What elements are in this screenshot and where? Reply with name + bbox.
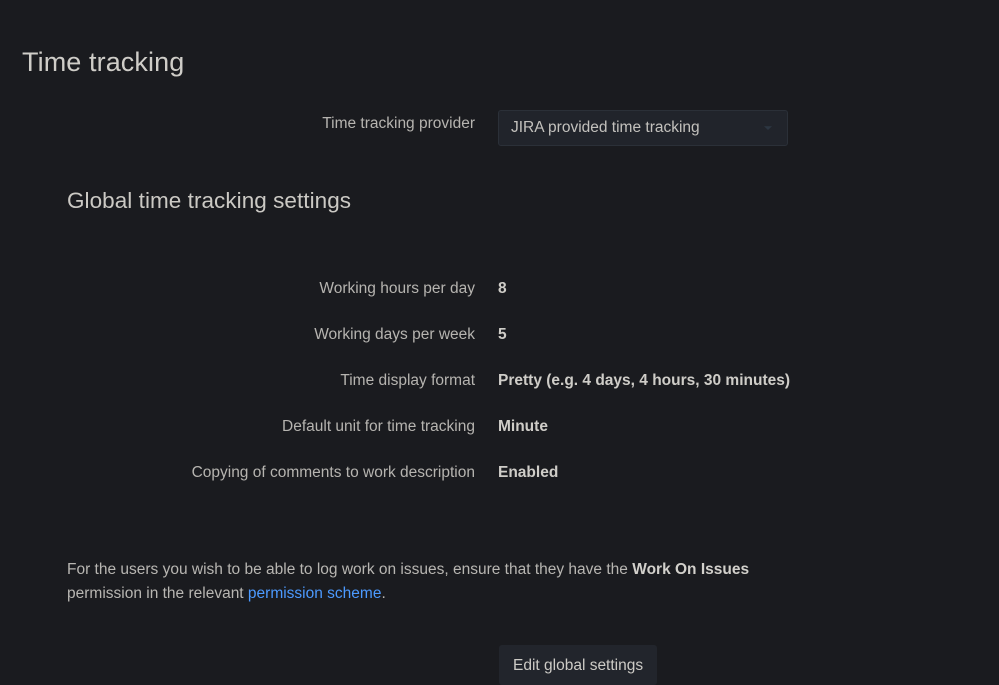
setting-row-working-hours-per-day: Working hours per day 8 bbox=[0, 278, 999, 324]
time-tracking-provider-label: Time tracking provider bbox=[322, 115, 475, 132]
setting-value: 5 bbox=[498, 326, 507, 343]
edit-global-settings-button[interactable]: Edit global settings bbox=[499, 645, 658, 685]
time-tracking-provider-select[interactable]: JIRA provided time tracking bbox=[498, 110, 788, 146]
setting-label: Copying of comments to work description bbox=[191, 464, 475, 481]
time-tracking-page: Time tracking Time tracking provider JIR… bbox=[0, 0, 999, 685]
page-title: Time tracking bbox=[22, 47, 185, 77]
setting-value: 8 bbox=[498, 280, 507, 297]
setting-value: Enabled bbox=[498, 464, 559, 481]
setting-row-default-unit-for-time-tracking: Default unit for time tracking Minute bbox=[0, 416, 999, 462]
chevron-down-icon bbox=[761, 121, 775, 135]
time-tracking-provider-row: Time tracking provider JIRA provided tim… bbox=[0, 110, 999, 148]
permission-scheme-link[interactable]: permission scheme bbox=[248, 585, 382, 602]
setting-value: Pretty (e.g. 4 days, 4 hours, 30 minutes… bbox=[498, 372, 791, 389]
setting-row-copying-of-comments: Copying of comments to work description … bbox=[0, 462, 999, 508]
setting-row-time-display-format: Time display format Pretty (e.g. 4 days,… bbox=[0, 370, 999, 416]
setting-label: Default unit for time tracking bbox=[282, 418, 475, 435]
setting-label: Working days per week bbox=[314, 326, 475, 343]
global-settings-heading: Global time tracking settings bbox=[67, 188, 352, 213]
note-text-between: permission in the relevant bbox=[67, 584, 248, 602]
global-settings-list: Working hours per day 8 Working days per… bbox=[0, 278, 999, 508]
note-text-after: . bbox=[381, 584, 386, 602]
setting-value: Minute bbox=[498, 418, 548, 435]
setting-label: Working hours per day bbox=[319, 280, 475, 297]
time-tracking-provider-value: JIRA provided time tracking bbox=[511, 119, 700, 136]
permissions-note: For the users you wish to be able to log… bbox=[67, 558, 827, 606]
note-bold-permission-name: Work On Issues bbox=[632, 560, 750, 578]
setting-label: Time display format bbox=[340, 372, 475, 389]
note-text-before: For the users you wish to be able to log… bbox=[67, 560, 633, 578]
setting-row-working-days-per-week: Working days per week 5 bbox=[0, 324, 999, 370]
